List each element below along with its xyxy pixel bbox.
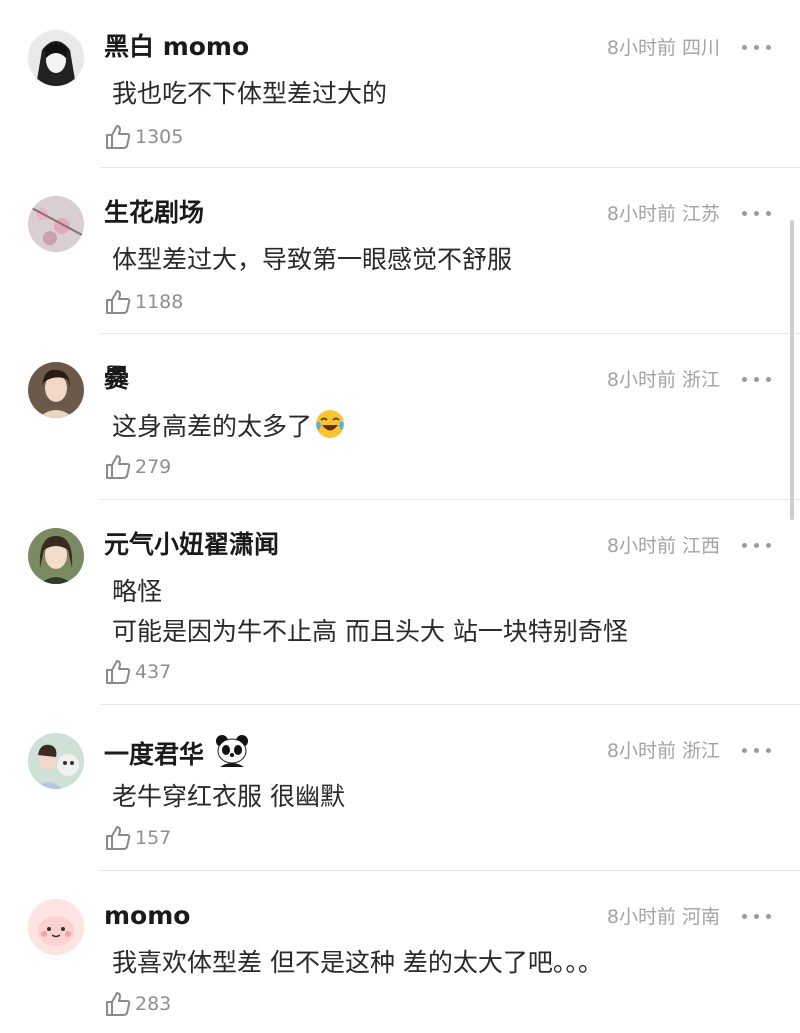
scrollbar[interactable]	[790, 220, 794, 520]
username[interactable]: 爨	[104, 362, 129, 396]
comment-item: 元气小妞翟潇闻 8小时前 江西 略怪 可能是因为牛不止高 而且头大 站一块特别奇…	[0, 498, 800, 706]
comment-text: 体型差过大，导致第一眼感觉不舒服	[112, 245, 513, 274]
avatar[interactable]	[28, 30, 84, 86]
username[interactable]: 生花剧场	[104, 196, 204, 230]
comment-item: 爨 8小时前 浙江 这身高差的太多了 279	[0, 332, 800, 500]
like-button[interactable]: 437	[104, 657, 171, 687]
comment-text: 我也吃不下体型差过大的	[112, 79, 388, 108]
thumbs-up-icon	[106, 125, 131, 149]
comment-item: 生花剧场 8小时前 江苏 体型差过大，导致第一眼感觉不舒服 1188	[0, 166, 800, 334]
like-button[interactable]: 279	[104, 452, 171, 482]
tears-of-joy-emoji	[314, 408, 346, 450]
more-dots-icon[interactable]	[742, 203, 772, 223]
like-button[interactable]: 1305	[104, 122, 183, 152]
comment-text: 我喜欢体型差 但不是这种 差的太大了吧。。。	[112, 948, 603, 977]
like-count: 283	[135, 993, 172, 1015]
comment-item: momo 8小时前 河南 我喜欢体型差 但不是这种 差的太大了吧。。。 283	[0, 869, 800, 1033]
comment-text: 这身高差的太多了	[112, 408, 346, 450]
panda-emoji	[214, 733, 250, 778]
thumbs-up-icon	[106, 992, 131, 1016]
comment-item: 一度君华 8小时前 浙江 老牛穿红衣服 很幽默 157	[0, 703, 800, 871]
like-count: 279	[135, 456, 172, 478]
like-count: 157	[135, 827, 172, 849]
like-button[interactable]: 157	[104, 823, 171, 853]
more-dots-icon[interactable]	[742, 369, 772, 389]
thumbs-up-icon	[106, 290, 131, 314]
comment-time-location: 8小时前 四川	[606, 37, 720, 59]
comment-time-location: 8小时前 江西	[606, 535, 720, 557]
more-dots-icon[interactable]	[742, 906, 772, 926]
username[interactable]: 元气小妞翟潇闻	[104, 528, 279, 562]
like-count: 1188	[135, 291, 184, 313]
avatar[interactable]	[28, 528, 84, 584]
like-button[interactable]: 283	[104, 989, 171, 1019]
avatar[interactable]	[28, 899, 84, 955]
thumbs-up-icon	[106, 455, 131, 479]
comment-text: 略怪 可能是因为牛不止高 而且头大 站一块特别奇怪	[112, 577, 628, 646]
comment-text: 老牛穿红衣服 很幽默	[112, 782, 345, 811]
more-dots-icon[interactable]	[742, 37, 772, 57]
comment-time-location: 8小时前 河南	[606, 906, 720, 928]
comment-time-location: 8小时前 浙江	[606, 369, 720, 391]
avatar[interactable]	[28, 733, 84, 789]
username[interactable]: 黑白 momo	[104, 30, 249, 64]
avatar[interactable]	[28, 196, 84, 252]
like-button[interactable]: 1188	[104, 287, 183, 317]
thumbs-up-icon	[106, 826, 131, 850]
more-dots-icon[interactable]	[742, 740, 772, 760]
like-count: 1305	[135, 126, 184, 148]
like-count: 437	[135, 661, 172, 683]
comment-time-location: 8小时前 浙江	[606, 740, 720, 762]
avatar[interactable]	[28, 362, 84, 418]
username[interactable]: 一度君华	[104, 733, 250, 778]
username[interactable]: momo	[104, 899, 190, 933]
comment-item: 黑白 momo 8小时前 四川 我也吃不下体型差过大的 1305	[0, 0, 800, 168]
comment-time-location: 8小时前 江苏	[606, 203, 720, 225]
thumbs-up-icon	[106, 660, 131, 684]
more-dots-icon[interactable]	[742, 535, 772, 555]
